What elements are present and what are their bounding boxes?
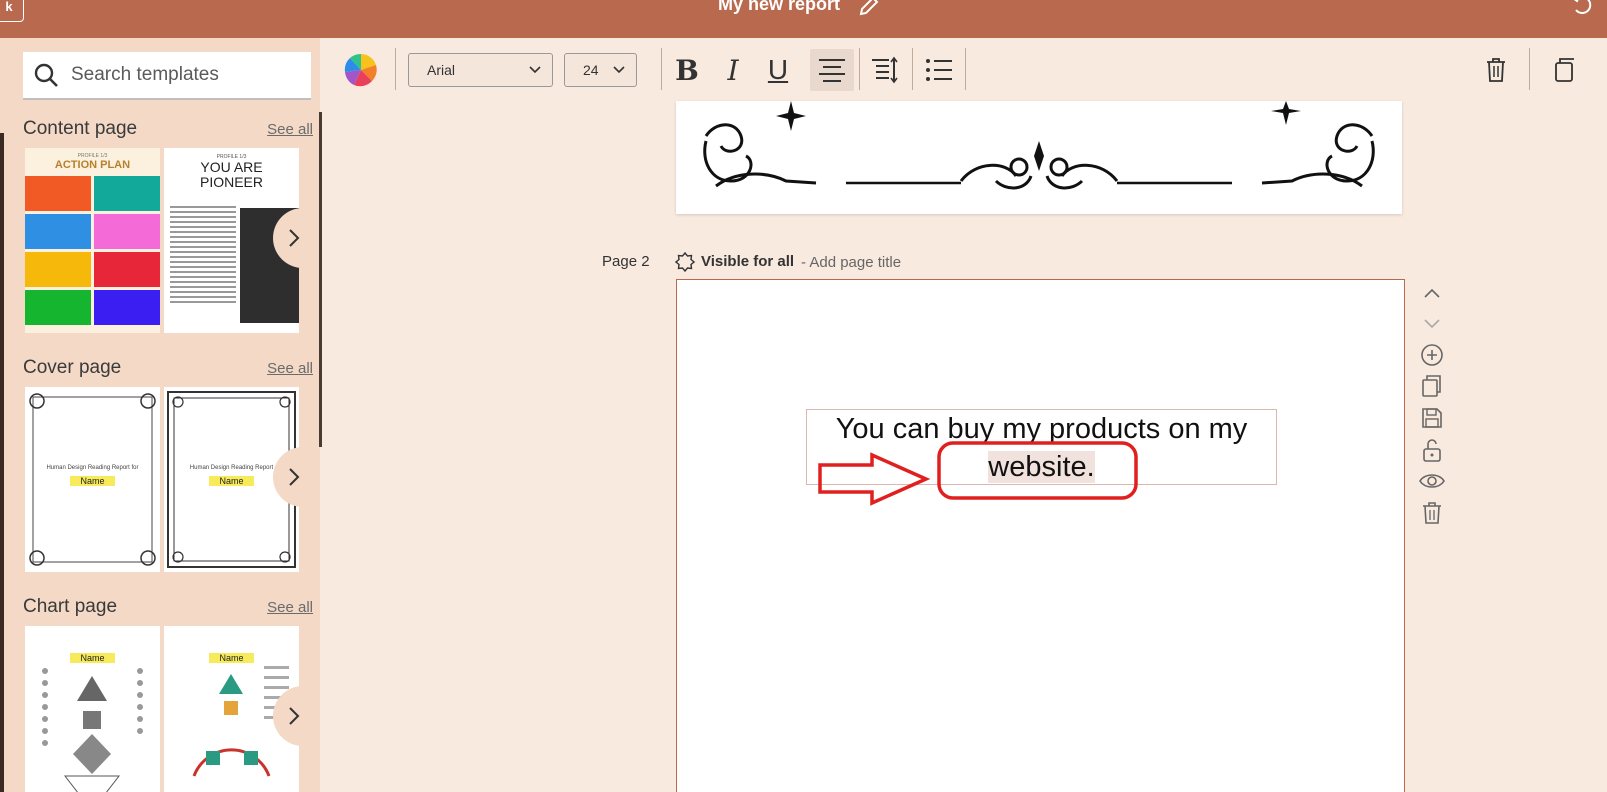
red-highlight-box [937,441,1138,500]
delete-page-button[interactable] [1417,500,1447,526]
duplicate-element-button[interactable] [1536,49,1576,91]
cover-label: Human Design Reading Report for [46,465,139,471]
color-grid [25,176,160,325]
font-family-select[interactable]: Arial [408,53,553,87]
align-center-button[interactable] [810,49,854,91]
thumb-title-line1: YOU ARE [200,159,263,175]
cover-page-section: Cover page See all Human Design Reading … [23,357,320,572]
thumb-title: ACTION PLAN [54,159,131,171]
thumb-subtitle: PROFILE 1/3 [77,153,108,159]
template-thumb-action-plan[interactable]: PROFILE 1/3 ACTION PLAN [25,148,160,333]
page-2[interactable] [676,279,1405,792]
content-page-section: Content page See all PROFILE 1/3 ACTION … [23,118,320,333]
cover-name: Name [70,476,115,486]
section-title: Cover page [23,357,122,378]
save-icon [1422,408,1442,428]
chevron-down-icon [529,66,541,74]
chevron-right-icon [289,468,300,486]
visibility-icon[interactable] [674,251,696,277]
edit-title-pencil-icon[interactable] [857,0,881,23]
move-page-up-button[interactable] [1417,280,1447,306]
copy-icon [1555,58,1574,82]
toggle-visibility-button[interactable] [1417,468,1447,494]
trash-icon [1423,502,1441,524]
cover-name: Name [209,476,254,486]
page-1[interactable] [676,101,1402,214]
bodygraph-chart [42,668,143,792]
search-input[interactable]: Search templates [71,64,219,86]
chevron-up-icon [1424,288,1440,298]
text-lines [170,206,236,306]
eye-icon [1419,474,1445,488]
red-arrow-annotation [818,452,931,506]
section-title: Chart page [23,596,118,617]
plus-circle-icon [1421,344,1443,366]
back-button[interactable]: k [0,0,24,22]
color-picker-button[interactable] [339,49,383,91]
search-icon [34,63,58,87]
thumb-title-line2: PIONEER [199,174,263,190]
see-all-link[interactable]: See all [267,599,313,616]
line-spacing-icon [872,56,898,84]
template-thumb-cover-1[interactable]: Human Design Reading Report for Name [25,387,160,572]
see-all-link[interactable]: See all [267,121,313,138]
unlock-icon [1423,439,1441,462]
underline-button[interactable]: U [756,49,800,91]
chart-page-section: Chart page See all Name Name [23,596,320,792]
sidebar-scrollbar[interactable] [319,112,322,447]
chevron-right-icon [289,229,300,247]
font-size-select[interactable]: 24 [564,53,637,87]
text-toolbar: Arial 24 B I U [321,38,1607,102]
see-all-link[interactable]: See all [267,360,313,377]
ornamental-border-decoration [703,101,1375,190]
bold-button[interactable]: B [665,49,709,91]
delete-element-button[interactable] [1474,49,1518,91]
chevron-down-icon [613,66,625,74]
line-spacing-button[interactable] [863,49,907,91]
back-label: k [5,0,13,14]
page-number-label: Page 2 [602,253,650,270]
save-page-button[interactable] [1417,405,1447,431]
chevron-down-icon [1424,319,1440,329]
separator [965,48,966,90]
sidebar-edge [0,133,4,792]
page-title-placeholder: Add page title [809,254,902,271]
separator [912,48,913,90]
add-page-button[interactable] [1417,342,1447,368]
color-wheel-icon [344,53,377,87]
separator [661,48,662,90]
add-page-title-input[interactable]: - Add page title [801,254,901,271]
title-separator: - [801,254,806,271]
undo-icon[interactable] [1570,0,1594,21]
report-title[interactable]: My new report [718,0,840,15]
chevron-right-icon [289,707,300,725]
red-annotation-overlay [818,441,1138,506]
separator [859,48,860,90]
lock-page-button[interactable] [1417,437,1447,463]
visibility-label[interactable]: Visible for all [701,253,794,270]
italic-button[interactable]: I [711,49,755,91]
template-thumb-chart-1[interactable]: Name [25,626,160,792]
trash-icon [1487,58,1505,82]
align-center-icon [819,59,845,82]
duplicate-page-button[interactable] [1417,373,1447,399]
move-page-down-button[interactable] [1417,310,1447,336]
templates-sidebar: Search templates Content page See all PR… [0,38,320,792]
top-bar: k My new report [0,0,1607,38]
separator [1529,48,1530,90]
bullet-list-icon [926,59,952,81]
bullet-list-button[interactable] [917,49,961,91]
copy-icon [1422,375,1441,397]
font-size-value: 24 [583,62,599,78]
font-family-value: Arial [427,62,456,78]
search-templates-field[interactable]: Search templates [23,52,311,100]
section-title: Content page [23,118,138,139]
separator [395,48,396,90]
